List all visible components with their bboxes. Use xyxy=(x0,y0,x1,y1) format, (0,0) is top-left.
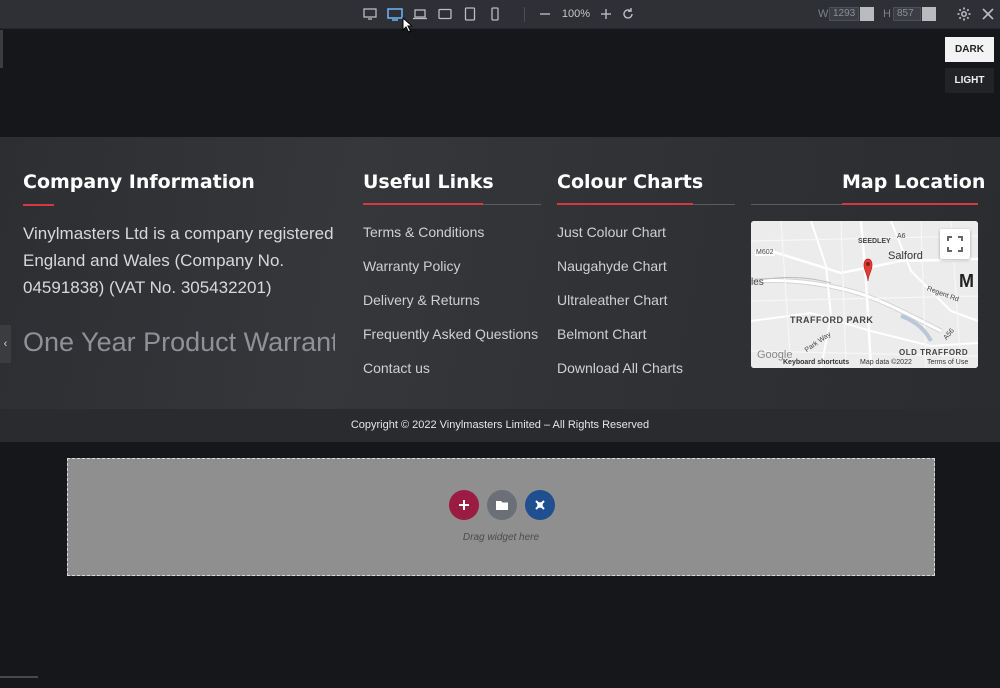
zoom-in-icon[interactable] xyxy=(598,6,614,22)
responsive-toolbar: 100% W 1293 H 857 xyxy=(0,0,1000,29)
link-belmont-chart[interactable]: Belmont Chart xyxy=(557,326,646,342)
copyright-bar: Copyright © 2022 Vinylmasters Limited – … xyxy=(0,409,1000,442)
copyright-text: Copyright © 2022 Vinylmasters Limited – … xyxy=(350,419,650,431)
company-info-title: Company Information xyxy=(23,171,255,193)
colour-charts-title: Colour Charts xyxy=(557,171,704,193)
title-underline xyxy=(23,204,54,206)
plus-icon xyxy=(459,500,469,510)
map-data: Map data ©2022 xyxy=(860,359,912,366)
kit-icon xyxy=(535,500,545,510)
gear-icon[interactable] xyxy=(956,6,972,22)
tablet-landscape-icon[interactable] xyxy=(437,6,453,22)
height-lock[interactable] xyxy=(922,7,936,21)
company-description: Vinylmasters Ltd is a company registered… xyxy=(23,224,334,297)
map-label-old-trafford: OLD TRAFFORD xyxy=(899,348,969,357)
map-label-m: M xyxy=(959,271,974,291)
link-naugahyde-chart[interactable]: Naugahyde Chart xyxy=(557,258,667,274)
map-label-a6: A6 xyxy=(897,233,906,240)
title-underline xyxy=(363,203,483,205)
zoom-level: 100% xyxy=(561,8,591,20)
height-input[interactable]: 857 xyxy=(893,7,921,21)
warranty-slider-text: One Year Product Warranty xyxy=(23,327,335,357)
collapse-panel-button[interactable]: ‹ xyxy=(0,325,11,363)
map-terms[interactable]: Terms of Use xyxy=(927,359,968,366)
link-download-all-charts[interactable]: Download All Charts xyxy=(557,360,683,376)
link-warranty[interactable]: Warranty Policy xyxy=(363,258,461,274)
widget-dropzone[interactable]: Drag widget here xyxy=(67,458,935,576)
close-icon[interactable] xyxy=(980,6,996,22)
width-label: W xyxy=(818,8,829,20)
fullscreen-icon xyxy=(947,236,963,252)
mouse-cursor-icon xyxy=(402,17,414,33)
map-location-title: Map Location xyxy=(842,171,986,193)
map-attribution: Keyboard shortcuts Map data ©2022 Terms … xyxy=(751,359,978,368)
mobile-icon[interactable] xyxy=(487,6,503,22)
toolbar-divider xyxy=(524,7,525,22)
laptop-icon[interactable] xyxy=(412,6,428,22)
link-ultraleather-chart[interactable]: Ultraleather Chart xyxy=(557,292,668,308)
elementor-kit-button[interactable] xyxy=(525,490,555,520)
map-keyboard-shortcuts[interactable]: Keyboard shortcuts xyxy=(783,359,849,366)
link-faq[interactable]: Frequently Asked Questions xyxy=(363,326,538,342)
drag-widget-hint: Drag widget here xyxy=(462,532,540,543)
link-terms[interactable]: Terms & Conditions xyxy=(363,224,484,240)
width-lock[interactable] xyxy=(860,7,874,21)
reset-zoom-icon[interactable] xyxy=(620,6,636,22)
add-template-button[interactable] xyxy=(487,490,517,520)
link-delivery[interactable]: Delivery & Returns xyxy=(363,292,480,308)
link-just-colour-chart[interactable]: Just Colour Chart xyxy=(557,224,666,240)
title-underline xyxy=(842,203,978,205)
map-label-salford: Salford xyxy=(888,250,923,262)
scroll-indicator xyxy=(0,676,38,678)
height-label: H xyxy=(883,8,891,20)
map-label-m602: M602 xyxy=(755,249,775,256)
desktop-icon[interactable] xyxy=(362,6,378,22)
google-map[interactable]: SEEDLEY Salford M602 A6 Regent Rd les M … xyxy=(751,221,978,368)
tablet-icon[interactable] xyxy=(462,6,478,22)
zoom-out-icon[interactable] xyxy=(537,6,553,22)
map-fullscreen-button[interactable] xyxy=(940,229,970,259)
chevron-left-icon: ‹ xyxy=(3,338,8,350)
folder-icon xyxy=(496,501,508,510)
editor-canvas: 100% W 1293 H 857 DARK LIGHT Company Inf… xyxy=(0,0,1000,688)
map-label-les: les xyxy=(751,277,764,288)
width-input[interactable]: 1293 xyxy=(829,7,859,21)
useful-links-title: Useful Links xyxy=(363,171,494,193)
widescreen-icon[interactable] xyxy=(387,6,403,22)
map-label-trafford-park: TRAFFORD PARK xyxy=(790,315,874,325)
map-label-seedley: SEEDLEY xyxy=(858,238,891,245)
add-section-button[interactable] xyxy=(449,490,479,520)
link-contact[interactable]: Contact us xyxy=(363,360,430,376)
panel-edge xyxy=(0,30,3,68)
dark-mode-button[interactable]: DARK xyxy=(945,37,994,62)
title-underline xyxy=(557,203,693,205)
light-mode-button[interactable]: LIGHT xyxy=(945,68,994,93)
